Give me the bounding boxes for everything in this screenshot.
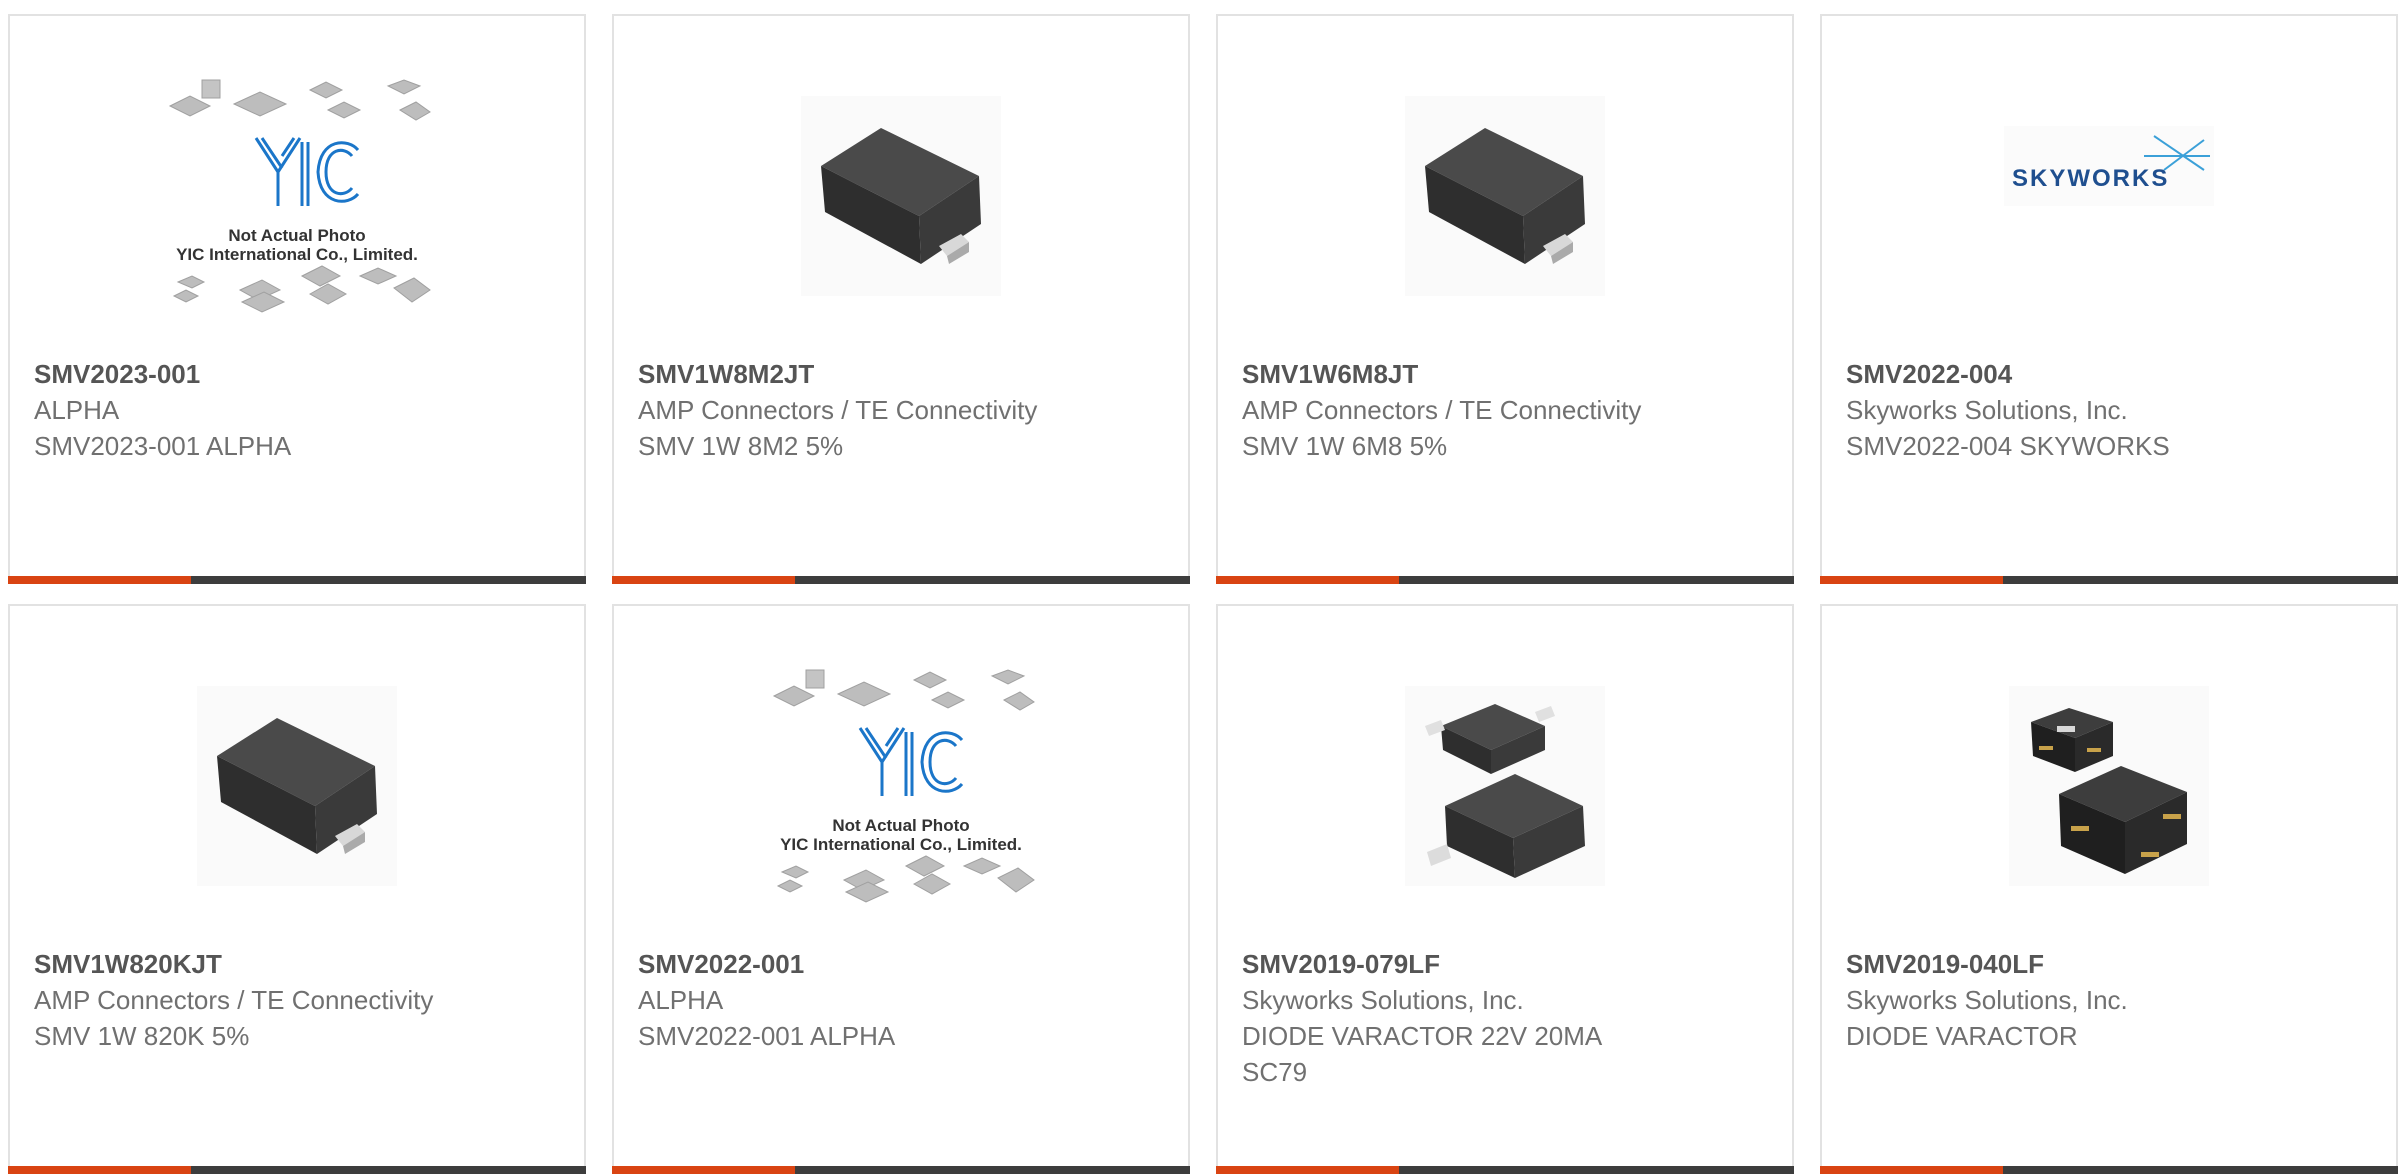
product-description: SMV2022-001 ALPHA bbox=[638, 1021, 896, 1051]
card-bottom-bar bbox=[1820, 1166, 2398, 1174]
part-number-link[interactable]: SMV1W8M2JT bbox=[638, 356, 1058, 392]
part-number-link[interactable]: SMV2023-001 bbox=[34, 356, 454, 392]
product-image[interactable] bbox=[10, 666, 584, 906]
manufacturer-name: Skyworks Solutions, Inc. bbox=[1846, 395, 2128, 425]
product-image[interactable] bbox=[1218, 76, 1792, 316]
not-actual-photo-image: Not Actual Photo YIC International Co., … bbox=[168, 79, 431, 313]
product-description: DIODE VARACTOR 22V 20MA SC79 bbox=[1242, 1021, 1601, 1087]
product-card[interactable]: SMV1W820KJT AMP Connectors / TE Connecti… bbox=[8, 604, 586, 1174]
sc79-package-photo bbox=[1405, 686, 1605, 886]
card-bottom-bar bbox=[1216, 576, 1794, 584]
manufacturer-name: AMP Connectors / TE Connectivity bbox=[638, 395, 1038, 425]
product-description: DIODE VARACTOR bbox=[1846, 1021, 2078, 1051]
product-image[interactable] bbox=[1822, 666, 2396, 906]
card-accent-bar bbox=[8, 1166, 191, 1174]
part-number-link[interactable]: SMV2022-001 bbox=[638, 946, 1058, 982]
product-card[interactable]: SMV2019-040LF Skyworks Solutions, Inc. D… bbox=[1820, 604, 2398, 1174]
card-accent-bar bbox=[1820, 1166, 2003, 1174]
svg-text:Not Actual Photo: Not Actual Photo bbox=[832, 816, 969, 835]
product-grid: Not Actual Photo YIC International Co., … bbox=[8, 14, 2400, 1174]
product-description: SMV 1W 6M8 5% bbox=[1242, 431, 1448, 461]
card-accent-bar bbox=[1216, 576, 1399, 584]
card-accent-bar bbox=[8, 576, 191, 584]
manufacturer-name: Skyworks Solutions, Inc. bbox=[1242, 985, 1524, 1015]
sod882-package-photo bbox=[2009, 686, 2209, 886]
product-card[interactable]: Not Actual Photo YIC International Co., … bbox=[8, 14, 586, 584]
smd-package-photo bbox=[197, 686, 397, 886]
svg-text:YIC International Co., Limited: YIC International Co., Limited. bbox=[176, 245, 418, 264]
manufacturer-name: AMP Connectors / TE Connectivity bbox=[1242, 395, 1642, 425]
product-image[interactable]: Not Actual Photo YIC International Co., … bbox=[614, 666, 1188, 906]
card-bottom-bar bbox=[8, 576, 586, 584]
product-image[interactable] bbox=[1218, 666, 1792, 906]
product-description: SMV 1W 820K 5% bbox=[34, 1021, 250, 1051]
card-bottom-bar bbox=[1820, 576, 2398, 584]
not-actual-photo-image: Not Actual Photo YIC International Co., … bbox=[772, 669, 1035, 903]
product-card[interactable]: SMV2019-079LF Skyworks Solutions, Inc. D… bbox=[1216, 604, 1794, 1174]
smd-package-photo bbox=[1405, 96, 1605, 296]
product-card[interactable]: Not Actual Photo YIC International Co., … bbox=[612, 604, 1190, 1174]
product-image[interactable]: Not Actual Photo YIC International Co., … bbox=[10, 76, 584, 316]
svg-text:YIC International Co., Limited: YIC International Co., Limited. bbox=[780, 835, 1022, 854]
smd-package-photo bbox=[801, 96, 1001, 296]
card-accent-bar bbox=[1216, 1166, 1399, 1174]
card-bottom-bar bbox=[8, 1166, 586, 1174]
card-bottom-bar bbox=[612, 576, 1190, 584]
part-number-link[interactable]: SMV2019-079LF bbox=[1242, 946, 1662, 982]
manufacturer-name: ALPHA bbox=[34, 395, 120, 425]
skyworks-logo: SKYWORKS bbox=[2004, 126, 2214, 206]
svg-text:SKYWORKS: SKYWORKS bbox=[2012, 165, 2169, 192]
part-number-link[interactable]: SMV1W820KJT bbox=[34, 946, 454, 982]
product-card[interactable]: SMV1W6M8JT AMP Connectors / TE Connectiv… bbox=[1216, 14, 1794, 584]
card-bottom-bar bbox=[1216, 1166, 1794, 1174]
card-accent-bar bbox=[1820, 576, 2003, 584]
product-image[interactable] bbox=[614, 76, 1188, 316]
card-accent-bar bbox=[612, 576, 795, 584]
part-number-link[interactable]: SMV1W6M8JT bbox=[1242, 356, 1662, 392]
manufacturer-name: Skyworks Solutions, Inc. bbox=[1846, 985, 2128, 1015]
card-accent-bar bbox=[612, 1166, 795, 1174]
svg-text:Not Actual Photo: Not Actual Photo bbox=[228, 226, 365, 245]
part-number-link[interactable]: SMV2019-040LF bbox=[1846, 946, 2266, 982]
product-card[interactable]: SMV1W8M2JT AMP Connectors / TE Connectiv… bbox=[612, 14, 1190, 584]
product-card[interactable]: SKYWORKS SMV2022-004 Skyworks Solutions,… bbox=[1820, 14, 2398, 584]
manufacturer-name: ALPHA bbox=[638, 985, 724, 1015]
product-description: SMV2022-004 SKYWORKS bbox=[1846, 431, 2170, 461]
product-image[interactable]: SKYWORKS bbox=[1822, 76, 2396, 316]
product-description: SMV 1W 8M2 5% bbox=[638, 431, 844, 461]
product-description: SMV2023-001 ALPHA bbox=[34, 431, 292, 461]
manufacturer-name: AMP Connectors / TE Connectivity bbox=[34, 985, 434, 1015]
card-bottom-bar bbox=[612, 1166, 1190, 1174]
part-number-link[interactable]: SMV2022-004 bbox=[1846, 356, 2266, 392]
